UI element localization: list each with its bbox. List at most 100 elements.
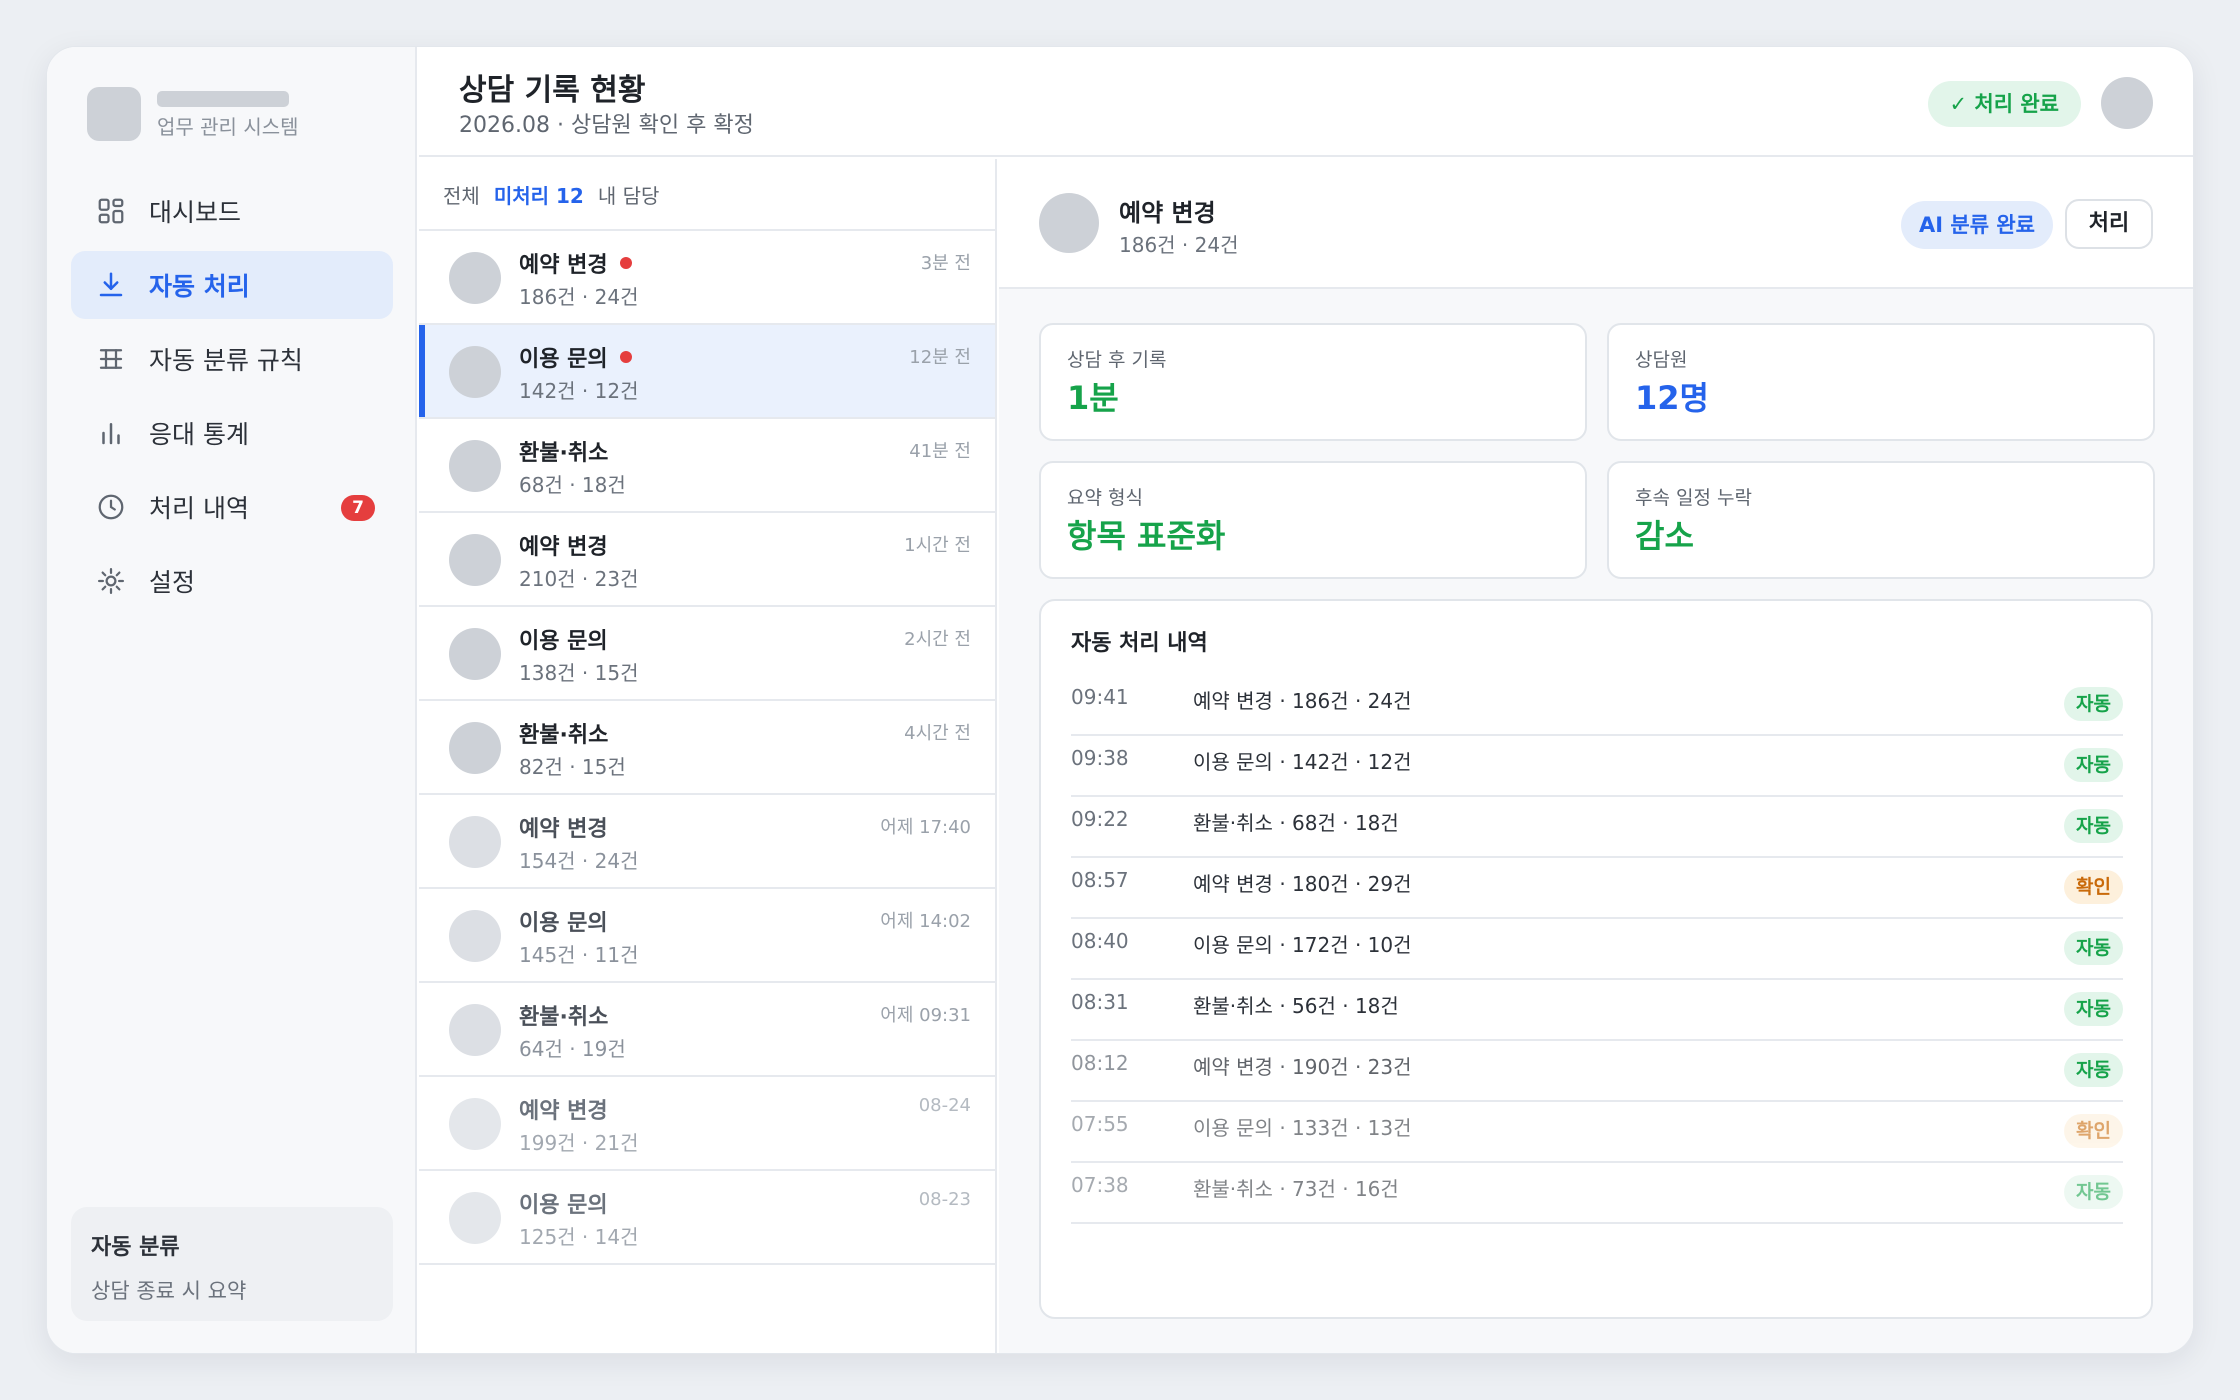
table-row[interactable]: 09:41 예약 변경 · 186건 · 24건 자동 bbox=[1071, 675, 2123, 736]
list-item-time: 08-23 bbox=[918, 1189, 971, 1210]
list-item[interactable]: 환불·취소 68건 · 18건 41분 전 bbox=[419, 419, 995, 513]
avatar bbox=[449, 1192, 501, 1244]
brand[interactable]: 업무 관리 시스템 bbox=[87, 87, 387, 141]
brand-logo bbox=[87, 87, 141, 141]
list-item[interactable]: 이용 문의 125건 · 14건 08-23 bbox=[419, 1171, 995, 1265]
list-item-title: 이용 문의 bbox=[519, 347, 608, 372]
download-icon bbox=[95, 269, 127, 301]
status-badge: 확인 bbox=[2064, 1114, 2123, 1148]
log-text: 예약 변경 · 180건 · 29건 bbox=[1193, 872, 1412, 896]
list-item[interactable]: 환불·취소 64건 · 19건 어제 09:31 bbox=[419, 983, 995, 1077]
status-badge: 자동 bbox=[2064, 931, 2123, 965]
avatar[interactable] bbox=[2101, 77, 2153, 129]
filter-mine[interactable]: 내 담당 bbox=[598, 180, 660, 209]
detail-header: 예약 변경 186건 · 24건 AI 분류 완료 처리 bbox=[999, 159, 2193, 289]
sidebar-item-settings[interactable]: 설정 bbox=[71, 547, 393, 615]
sidebar-item-classification-rules[interactable]: 자동 분류 규칙 bbox=[71, 325, 393, 393]
filter-unprocessed[interactable]: 미처리 12 bbox=[494, 180, 584, 209]
auto-process-log: 자동 처리 내역 09:41 예약 변경 · 186건 · 24건 자동 09:… bbox=[1039, 599, 2153, 1319]
table-row[interactable]: 09:38 이용 문의 · 142건 · 12건 자동 bbox=[1071, 736, 2123, 797]
log-text: 예약 변경 · 186건 · 24건 bbox=[1193, 689, 1412, 713]
stat-card-record-time: 상담 후 기록 1분 bbox=[1039, 323, 1587, 441]
log-title: 자동 처리 내역 bbox=[1071, 631, 1208, 656]
avatar bbox=[449, 910, 501, 962]
consultation-list-panel: 전체 미처리 12 내 담당 예약 변경 186건 · 24건 3분 전 이용 … bbox=[419, 159, 997, 1353]
list-item-title: 이용 문의 bbox=[519, 629, 608, 654]
log-time: 08:57 bbox=[1071, 868, 1129, 892]
list-item[interactable]: 이용 문의 142건 · 12건 12분 전 bbox=[419, 325, 995, 419]
sidebar-item-dashboard[interactable]: 대시보드 bbox=[71, 177, 393, 245]
sidebar-item-label: 설정 bbox=[149, 568, 196, 597]
stat-value: 감소 bbox=[1635, 517, 1694, 555]
sidebar-item-response-stats[interactable]: 응대 통계 bbox=[71, 399, 393, 467]
auto-classify-subtitle: 상담 종료 시 요약 bbox=[91, 1279, 247, 1303]
list-item[interactable]: 예약 변경 154건 · 24건 어제 17:40 bbox=[419, 795, 995, 889]
process-button[interactable]: 처리 bbox=[2065, 199, 2153, 249]
list-item[interactable]: 환불·취소 82건 · 15건 4시간 전 bbox=[419, 701, 995, 795]
list-item-subtitle: 145건 · 11건 bbox=[519, 943, 639, 967]
ai-classified-badge: AI 분류 완료 bbox=[1901, 201, 2053, 249]
auto-classify-title: 자동 분류 bbox=[91, 1235, 180, 1260]
list-item-time: 4시간 전 bbox=[904, 723, 971, 744]
table-row[interactable]: 08:31 환불·취소 · 56건 · 18건 자동 bbox=[1071, 980, 2123, 1041]
list-item-time: 12분 전 bbox=[909, 347, 971, 368]
list-item-time: 어제 09:31 bbox=[880, 1005, 971, 1026]
status-badge: 확인 bbox=[2064, 870, 2123, 904]
list-item[interactable]: 예약 변경 186건 · 24건 3분 전 bbox=[419, 231, 995, 325]
clock-icon bbox=[95, 491, 127, 523]
detail-title: 예약 변경 bbox=[1119, 199, 1216, 227]
app-window: 업무 관리 시스템 대시보드 자동 처리 자동 분류 규칙 응대 통계 처리 내… bbox=[46, 46, 2194, 1354]
log-text: 환불·취소 · 68건 · 18건 bbox=[1193, 811, 1399, 835]
filter-bar: 전체 미처리 12 내 담당 bbox=[419, 159, 995, 231]
detail-subtitle: 186건 · 24건 bbox=[1119, 233, 1239, 257]
unread-dot bbox=[619, 351, 632, 363]
status-badge: 자동 bbox=[2064, 748, 2123, 782]
stat-value: 1분 bbox=[1067, 379, 1119, 417]
avatar bbox=[449, 1004, 501, 1056]
sidebar-nav: 대시보드 자동 처리 자동 분류 규칙 응대 통계 처리 내역 7 설정 bbox=[71, 177, 393, 621]
stat-label: 후속 일정 누락 bbox=[1635, 487, 1752, 509]
rules-grid-icon bbox=[95, 343, 127, 375]
table-row[interactable]: 09:22 환불·취소 · 68건 · 18건 자동 bbox=[1071, 797, 2123, 858]
list-item-title: 이용 문의 bbox=[519, 1193, 608, 1218]
table-row[interactable]: 08:40 이용 문의 · 172건 · 10건 자동 bbox=[1071, 919, 2123, 980]
avatar bbox=[449, 722, 501, 774]
list-item-subtitle: 68건 · 18건 bbox=[519, 473, 626, 497]
bar-chart-icon bbox=[95, 417, 127, 449]
filter-all[interactable]: 전체 bbox=[443, 180, 480, 209]
log-time: 08:12 bbox=[1071, 1051, 1129, 1075]
list-item-subtitle: 210건 · 23건 bbox=[519, 567, 639, 591]
table-row[interactable]: 07:55 이용 문의 · 133건 · 13건 확인 bbox=[1071, 1102, 2123, 1163]
list-item[interactable]: 예약 변경 199건 · 21건 08-24 bbox=[419, 1077, 995, 1171]
log-time: 07:55 bbox=[1071, 1112, 1129, 1136]
avatar bbox=[449, 1098, 501, 1150]
list-item[interactable]: 이용 문의 145건 · 11건 어제 14:02 bbox=[419, 889, 995, 983]
sidebar-item-auto-process[interactable]: 자동 처리 bbox=[71, 251, 393, 319]
avatar bbox=[449, 252, 501, 304]
log-text: 환불·취소 · 73건 · 16건 bbox=[1193, 1177, 1399, 1201]
dashboard-grid-icon bbox=[95, 195, 127, 227]
page-subtitle: 2026.08 · 상담원 확인 후 확정 bbox=[459, 113, 754, 138]
table-row[interactable]: 08:12 예약 변경 · 190건 · 23건 자동 bbox=[1071, 1041, 2123, 1102]
sidebar-item-label: 처리 내역 bbox=[149, 494, 249, 523]
sidebar-item-history[interactable]: 처리 내역 7 bbox=[71, 473, 393, 541]
list-item-time: 어제 17:40 bbox=[880, 817, 971, 838]
unread-dot bbox=[619, 257, 632, 269]
stat-card-missed-followups: 후속 일정 누락 감소 bbox=[1607, 461, 2155, 579]
brand-name-placeholder bbox=[157, 91, 289, 107]
list-item-subtitle: 199건 · 21건 bbox=[519, 1131, 639, 1155]
table-row[interactable]: 07:38 환불·취소 · 73건 · 16건 자동 bbox=[1071, 1163, 2123, 1224]
list-item-title: 예약 변경 bbox=[519, 1099, 608, 1124]
auto-classify-card: 자동 분류 상담 종료 시 요약 bbox=[71, 1207, 393, 1321]
status-badge: 자동 bbox=[2064, 1053, 2123, 1087]
avatar bbox=[449, 346, 501, 398]
log-time: 09:41 bbox=[1071, 685, 1129, 709]
list-item-time: 2시간 전 bbox=[904, 629, 971, 650]
log-list: 09:41 예약 변경 · 186건 · 24건 자동 09:38 이용 문의 … bbox=[1071, 675, 2123, 1224]
list-item[interactable]: 예약 변경 210건 · 23건 1시간 전 bbox=[419, 513, 995, 607]
status-badge: 자동 bbox=[2064, 687, 2123, 721]
stat-label: 상담 후 기록 bbox=[1067, 349, 1167, 371]
stat-value: 12명 bbox=[1635, 379, 1709, 417]
list-item[interactable]: 이용 문의 138건 · 15건 2시간 전 bbox=[419, 607, 995, 701]
table-row[interactable]: 08:57 예약 변경 · 180건 · 29건 확인 bbox=[1071, 858, 2123, 919]
